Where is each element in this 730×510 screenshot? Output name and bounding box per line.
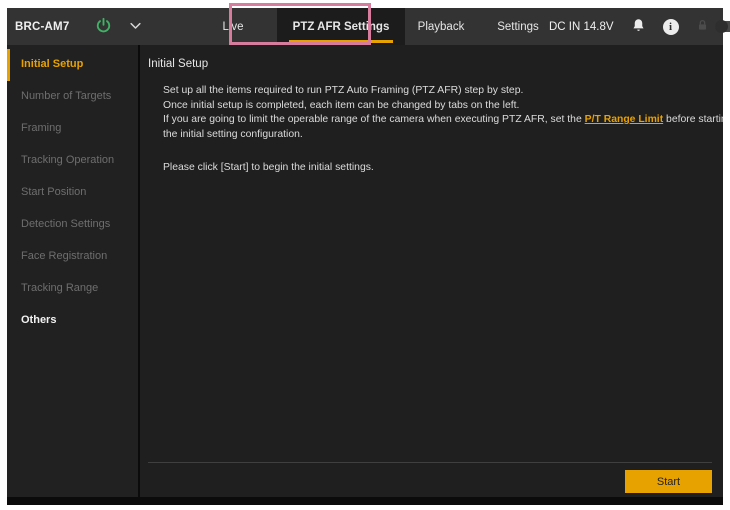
- tab-playback[interactable]: Playback: [409, 8, 473, 45]
- page-title: Initial Setup: [148, 58, 209, 70]
- power-icon: [95, 17, 112, 37]
- device-group: BRC-AM7: [7, 8, 143, 45]
- bottom-strip: [7, 497, 723, 505]
- sidebar-item-framing: Framing: [7, 113, 138, 145]
- sidebar-item-others[interactable]: Others: [7, 305, 138, 337]
- device-name: BRC-AM7: [15, 20, 70, 33]
- sidebar-item-label: Tracking Operation: [21, 154, 115, 166]
- sidebar-item-label: Others: [21, 314, 57, 326]
- tab-label: PTZ AFR Settings: [292, 20, 390, 33]
- tab-label: Live: [222, 20, 244, 33]
- description-line: If you are going to limit the operable r…: [163, 113, 723, 128]
- notifications-button[interactable]: [631, 18, 646, 36]
- sidebar-item-label: Number of Targets: [21, 90, 112, 102]
- power-status: DC IN 14.8V: [549, 20, 614, 33]
- top-bar: BRC-AM7 Live PTZ AFR Settings Playback S…: [7, 8, 730, 45]
- sidebar-item-label: Initial Setup: [21, 58, 84, 70]
- main-tabs: Live PTZ AFR Settings Playback Settings: [143, 8, 549, 45]
- chevron-down-icon: [128, 18, 143, 36]
- description-line: the initial setting configuration.: [163, 128, 303, 140]
- description-line: Set up all the items required to run PTZ…: [163, 85, 524, 96]
- sidebar-item-detection-settings: Detection Settings: [7, 209, 138, 241]
- sidebar-item-tracking-operation: Tracking Operation: [7, 145, 138, 177]
- sidebar: Initial Setup Number of Targets Framing …: [7, 45, 138, 497]
- start-button[interactable]: Start: [625, 470, 712, 493]
- tab-settings[interactable]: Settings: [487, 8, 549, 45]
- lock-icon: [696, 19, 709, 35]
- footer: Start: [140, 462, 723, 497]
- top-bar-right: DC IN 14.8V i: [549, 8, 730, 45]
- description-text: If you are going to limit the operable r…: [163, 114, 585, 125]
- info-button[interactable]: i: [662, 18, 679, 35]
- sidebar-item-label: Detection Settings: [21, 218, 111, 230]
- instruction-text: Please click [Start] to begin the initia…: [163, 162, 374, 173]
- description-paragraph: Set up all the items required to run PTZ…: [163, 84, 723, 142]
- button-row: Start: [140, 463, 723, 493]
- app-window: BRC-AM7 Live PTZ AFR Settings Playback S…: [7, 8, 730, 505]
- power-button[interactable]: [95, 17, 112, 37]
- tab-label: Settings: [497, 20, 539, 33]
- bell-icon: [631, 18, 646, 36]
- sidebar-item-label: Tracking Range: [21, 282, 99, 294]
- tab-live[interactable]: Live: [201, 8, 265, 45]
- sidebar-item-face-registration: Face Registration: [7, 241, 138, 273]
- sidebar-item-initial-setup[interactable]: Initial Setup: [7, 49, 138, 81]
- sidebar-item-start-position: Start Position: [7, 177, 138, 209]
- description-line: Once initial setup is completed, each it…: [163, 99, 520, 111]
- tab-label: Playback: [417, 20, 465, 33]
- pt-range-limit-link[interactable]: P/T Range Limit: [585, 114, 664, 125]
- sidebar-item-label: Start Position: [21, 186, 87, 198]
- sidebar-item-label: Face Registration: [21, 250, 108, 262]
- description-text: before starting: [666, 114, 723, 125]
- device-menu-expander[interactable]: [128, 18, 143, 36]
- main-panel: Initial Setup Set up all the items requi…: [140, 45, 723, 497]
- toggle-knob: [714, 20, 728, 33]
- sidebar-item-number-of-targets: Number of Targets: [7, 81, 138, 113]
- main-body: Initial Setup Set up all the items requi…: [140, 45, 723, 462]
- sidebar-item-tracking-range: Tracking Range: [7, 273, 138, 305]
- info-icon: i: [662, 18, 679, 35]
- lock-toggle-switch[interactable]: [714, 20, 730, 33]
- lock-control: [696, 19, 730, 35]
- content-row: Initial Setup Number of Targets Framing …: [7, 45, 723, 497]
- tab-ptz-afr-settings[interactable]: PTZ AFR Settings: [277, 8, 405, 45]
- sidebar-item-label: Framing: [21, 122, 62, 134]
